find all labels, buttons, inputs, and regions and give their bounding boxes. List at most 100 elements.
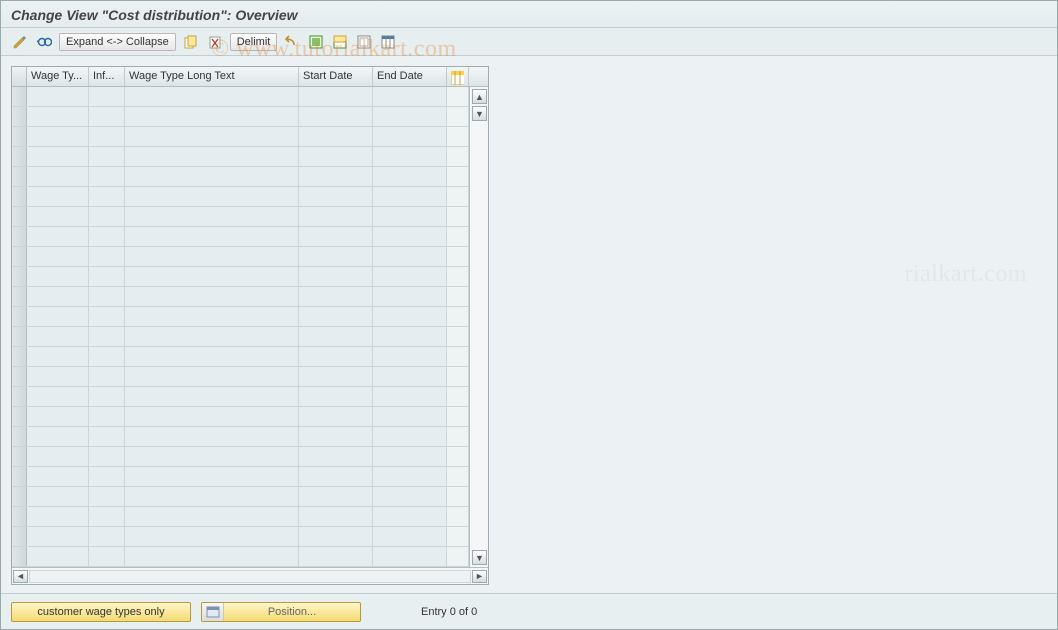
row-selector[interactable] bbox=[12, 167, 27, 186]
table-row[interactable] bbox=[12, 367, 469, 387]
cell-start-date[interactable] bbox=[299, 127, 373, 146]
table-row[interactable] bbox=[12, 87, 469, 107]
horizontal-scrollbar[interactable]: ◄ ► bbox=[12, 567, 488, 584]
cell-infotype[interactable] bbox=[89, 367, 125, 386]
table-row[interactable] bbox=[12, 307, 469, 327]
column-header-wage-type-long-text[interactable]: Wage Type Long Text bbox=[125, 67, 299, 86]
cell-wage-type-long-text[interactable] bbox=[125, 367, 299, 386]
row-selector[interactable] bbox=[12, 287, 27, 306]
row-selector[interactable] bbox=[12, 107, 27, 126]
cell-wage-type-long-text[interactable] bbox=[125, 467, 299, 486]
cell-wage-type[interactable] bbox=[27, 147, 89, 166]
cell-infotype[interactable] bbox=[89, 107, 125, 126]
cell-end-date[interactable] bbox=[373, 87, 447, 106]
cell-start-date[interactable] bbox=[299, 327, 373, 346]
row-selector[interactable] bbox=[12, 327, 27, 346]
table-row[interactable] bbox=[12, 187, 469, 207]
scroll-thumb-indicator[interactable]: ▼ bbox=[472, 106, 487, 121]
table-row[interactable] bbox=[12, 547, 469, 567]
cell-wage-type-long-text[interactable] bbox=[125, 327, 299, 346]
scroll-right-button[interactable]: ► bbox=[472, 570, 487, 583]
cell-wage-type-long-text[interactable] bbox=[125, 447, 299, 466]
cell-start-date[interactable] bbox=[299, 547, 373, 566]
cell-infotype[interactable] bbox=[89, 127, 125, 146]
table-row[interactable] bbox=[12, 107, 469, 127]
table-row[interactable] bbox=[12, 147, 469, 167]
cell-wage-type[interactable] bbox=[27, 487, 89, 506]
scroll-up-button[interactable]: ▲ bbox=[472, 89, 487, 104]
cell-wage-type-long-text[interactable] bbox=[125, 387, 299, 406]
cell-infotype[interactable] bbox=[89, 247, 125, 266]
cell-start-date[interactable] bbox=[299, 107, 373, 126]
deselect-all-icon[interactable] bbox=[355, 33, 373, 51]
cell-wage-type-long-text[interactable] bbox=[125, 167, 299, 186]
row-selector[interactable] bbox=[12, 467, 27, 486]
cell-start-date[interactable] bbox=[299, 247, 373, 266]
delimit-button[interactable]: Delimit bbox=[230, 33, 278, 51]
cell-end-date[interactable] bbox=[373, 467, 447, 486]
column-header-wage-type[interactable]: Wage Ty... bbox=[27, 67, 89, 86]
table-row[interactable] bbox=[12, 207, 469, 227]
cell-wage-type[interactable] bbox=[27, 447, 89, 466]
table-row[interactable] bbox=[12, 467, 469, 487]
table-row[interactable] bbox=[12, 447, 469, 467]
cell-start-date[interactable] bbox=[299, 467, 373, 486]
row-selector[interactable] bbox=[12, 527, 27, 546]
cell-infotype[interactable] bbox=[89, 507, 125, 526]
expand-collapse-button[interactable]: Expand <-> Collapse bbox=[59, 33, 176, 51]
table-row[interactable] bbox=[12, 167, 469, 187]
cell-start-date[interactable] bbox=[299, 207, 373, 226]
display-icon[interactable] bbox=[35, 33, 53, 51]
cell-wage-type-long-text[interactable] bbox=[125, 407, 299, 426]
cell-wage-type-long-text[interactable] bbox=[125, 487, 299, 506]
table-row[interactable] bbox=[12, 287, 469, 307]
cell-end-date[interactable] bbox=[373, 327, 447, 346]
scroll-left-button[interactable]: ◄ bbox=[13, 570, 28, 583]
cell-wage-type[interactable] bbox=[27, 227, 89, 246]
cell-infotype[interactable] bbox=[89, 527, 125, 546]
cell-wage-type-long-text[interactable] bbox=[125, 287, 299, 306]
cell-wage-type-long-text[interactable] bbox=[125, 107, 299, 126]
cell-wage-type[interactable] bbox=[27, 527, 89, 546]
table-row[interactable] bbox=[12, 407, 469, 427]
cell-start-date[interactable] bbox=[299, 367, 373, 386]
cell-wage-type-long-text[interactable] bbox=[125, 347, 299, 366]
cell-end-date[interactable] bbox=[373, 207, 447, 226]
row-selector[interactable] bbox=[12, 87, 27, 106]
cell-infotype[interactable] bbox=[89, 467, 125, 486]
table-row[interactable] bbox=[12, 227, 469, 247]
cell-end-date[interactable] bbox=[373, 367, 447, 386]
cell-wage-type-long-text[interactable] bbox=[125, 227, 299, 246]
row-selector[interactable] bbox=[12, 187, 27, 206]
cell-wage-type-long-text[interactable] bbox=[125, 547, 299, 566]
cell-end-date[interactable] bbox=[373, 127, 447, 146]
table-row[interactable] bbox=[12, 267, 469, 287]
cell-wage-type[interactable] bbox=[27, 187, 89, 206]
cell-end-date[interactable] bbox=[373, 407, 447, 426]
cell-infotype[interactable] bbox=[89, 487, 125, 506]
cell-infotype[interactable] bbox=[89, 547, 125, 566]
cell-start-date[interactable] bbox=[299, 447, 373, 466]
row-selector[interactable] bbox=[12, 347, 27, 366]
cell-wage-type[interactable] bbox=[27, 367, 89, 386]
cell-end-date[interactable] bbox=[373, 187, 447, 206]
table-row[interactable] bbox=[12, 507, 469, 527]
row-selector[interactable] bbox=[12, 227, 27, 246]
cell-wage-type-long-text[interactable] bbox=[125, 127, 299, 146]
scroll-down-button[interactable]: ▼ bbox=[472, 550, 487, 565]
cell-wage-type-long-text[interactable] bbox=[125, 427, 299, 446]
cell-wage-type[interactable] bbox=[27, 267, 89, 286]
cell-end-date[interactable] bbox=[373, 447, 447, 466]
column-header-start-date[interactable]: Start Date bbox=[299, 67, 373, 86]
table-row[interactable] bbox=[12, 487, 469, 507]
row-selector[interactable] bbox=[12, 307, 27, 326]
undo-icon[interactable] bbox=[283, 33, 301, 51]
row-selector[interactable] bbox=[12, 447, 27, 466]
cell-infotype[interactable] bbox=[89, 227, 125, 246]
cell-end-date[interactable] bbox=[373, 227, 447, 246]
cell-wage-type[interactable] bbox=[27, 207, 89, 226]
vertical-scrollbar[interactable]: ▲ ▼ ▼ bbox=[469, 87, 488, 567]
cell-infotype[interactable] bbox=[89, 327, 125, 346]
cell-wage-type[interactable] bbox=[27, 107, 89, 126]
cell-wage-type-long-text[interactable] bbox=[125, 147, 299, 166]
